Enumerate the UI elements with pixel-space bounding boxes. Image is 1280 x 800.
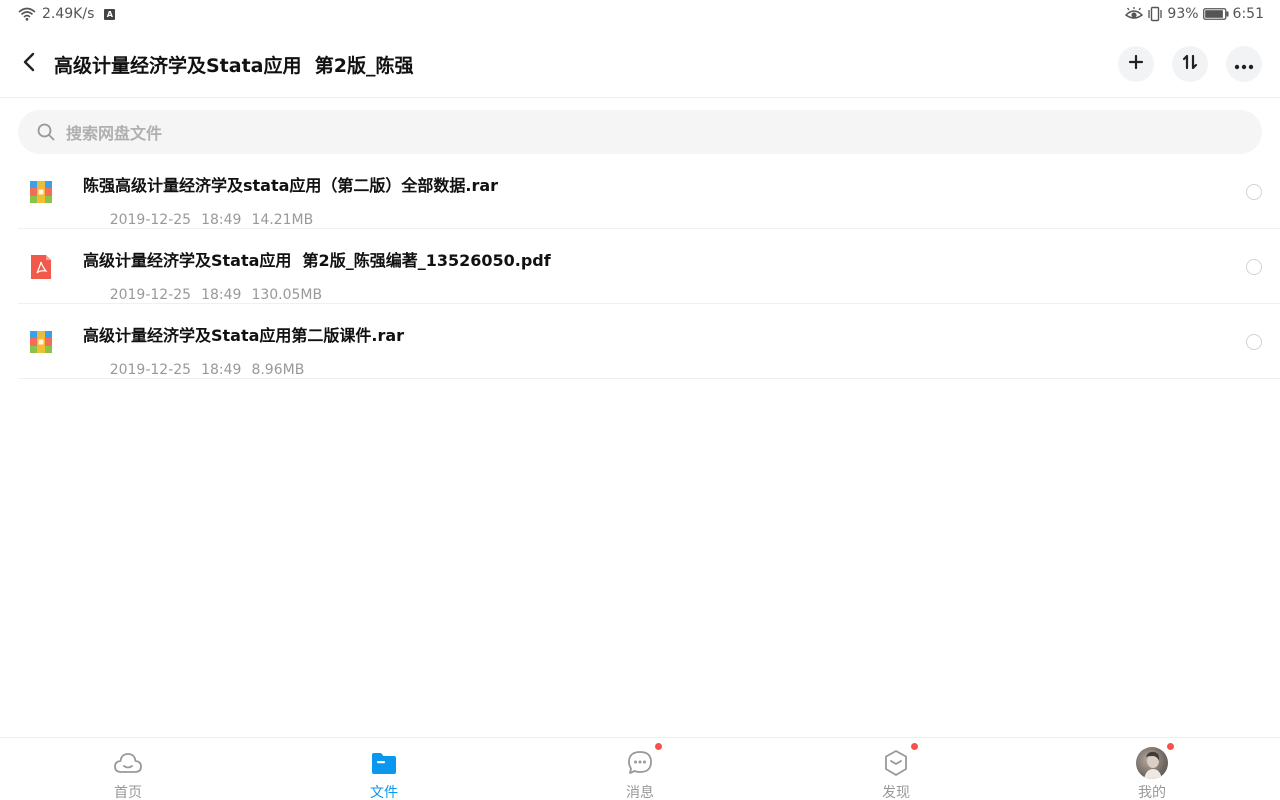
chevron-left-icon bbox=[22, 52, 38, 76]
nav-label: 首页 bbox=[114, 785, 142, 800]
battery-icon bbox=[1202, 8, 1229, 20]
nav-discover[interactable]: 发现 bbox=[768, 738, 1024, 800]
nav-profile[interactable]: 我的 bbox=[1024, 738, 1280, 800]
file-time: 18:49 bbox=[201, 212, 242, 228]
a-badge-icon: A bbox=[104, 8, 116, 20]
file-date: 2019-12-25 bbox=[109, 212, 192, 228]
network-speed: 2.49K/s bbox=[42, 6, 95, 22]
battery-percent: 93% bbox=[1167, 6, 1199, 22]
file-size: 8.96MB bbox=[251, 362, 305, 378]
pdf-file-icon bbox=[28, 254, 54, 280]
nav-label: 我的 bbox=[1138, 785, 1166, 800]
file-date: 2019-12-25 bbox=[109, 362, 192, 378]
select-checkbox[interactable] bbox=[1246, 259, 1262, 275]
file-name: 高级计量经济学及Stata应用第二版课件.rar bbox=[83, 326, 405, 345]
vibrate-icon bbox=[1147, 6, 1163, 22]
discover-icon bbox=[880, 748, 912, 778]
file-meta: 2019-12-25 18:49 8.96MB bbox=[83, 346, 314, 394]
file-row[interactable]: 陈强高级计量经济学及stata应用（第二版）全部数据.rar 2019-12-2… bbox=[18, 154, 1280, 229]
cloud-icon bbox=[112, 748, 144, 778]
page-title: 高级计量经济学及Stata应用 第2版_陈强 bbox=[54, 55, 414, 77]
more-icon bbox=[1234, 55, 1254, 74]
file-size: 14.21MB bbox=[251, 212, 314, 228]
file-row[interactable]: 高级计量经济学及Stata应用第二版课件.rar 2019-12-25 18:49… bbox=[18, 304, 1280, 379]
file-row[interactable]: 高级计量经济学及Stata应用 第2版_陈强编著_13526050.pdf 20… bbox=[18, 229, 1280, 304]
folder-icon bbox=[368, 748, 400, 778]
select-checkbox[interactable] bbox=[1246, 184, 1262, 200]
nav-label: 消息 bbox=[626, 785, 654, 800]
back-button[interactable] bbox=[16, 50, 44, 78]
nav-label: 发现 bbox=[882, 785, 910, 800]
file-name: 高级计量经济学及Stata应用 第2版_陈强编著_13526050.pdf bbox=[83, 251, 551, 270]
plus-icon bbox=[1128, 54, 1144, 74]
file-time: 18:49 bbox=[201, 287, 242, 303]
file-name: 陈强高级计量经济学及stata应用（第二版）全部数据.rar bbox=[83, 176, 499, 195]
archive-file-icon bbox=[28, 179, 54, 205]
eye-icon bbox=[1125, 7, 1144, 21]
clock-time: 6:51 bbox=[1232, 6, 1264, 22]
search-input[interactable]: 搜索网盘文件 bbox=[18, 110, 1262, 154]
status-left: 2.49K/s A bbox=[18, 6, 116, 22]
nav-label: 文件 bbox=[370, 785, 398, 800]
archive-file-icon bbox=[28, 329, 54, 355]
message-icon bbox=[624, 748, 656, 778]
message-badge bbox=[655, 743, 662, 750]
profile-badge bbox=[1167, 743, 1174, 750]
status-bar: 2.49K/s A 93% 6:51 bbox=[0, 0, 1280, 30]
search-placeholder: 搜索网盘文件 bbox=[66, 124, 163, 143]
wifi-icon bbox=[18, 7, 36, 21]
discover-badge bbox=[911, 743, 918, 750]
nav-home[interactable]: 首页 bbox=[0, 738, 256, 800]
bottom-nav: 首页 文件 消息 发现 我的 bbox=[0, 737, 1280, 800]
sort-icon bbox=[1181, 53, 1199, 75]
add-button[interactable] bbox=[1118, 46, 1154, 82]
title-bar: 高级计量经济学及Stata应用 第2版_陈强 bbox=[0, 30, 1280, 98]
more-button[interactable] bbox=[1226, 46, 1262, 82]
file-date: 2019-12-25 bbox=[109, 287, 192, 303]
search-icon bbox=[36, 122, 56, 142]
avatar-icon bbox=[1136, 747, 1168, 779]
file-size: 130.05MB bbox=[251, 287, 323, 303]
file-time: 18:49 bbox=[201, 362, 242, 378]
avatar bbox=[1136, 747, 1168, 779]
nav-messages[interactable]: 消息 bbox=[512, 738, 768, 800]
select-checkbox[interactable] bbox=[1246, 334, 1262, 350]
nav-files[interactable]: 文件 bbox=[256, 738, 512, 800]
sort-button[interactable] bbox=[1172, 46, 1208, 82]
file-list: 陈强高级计量经济学及stata应用（第二版）全部数据.rar 2019-12-2… bbox=[0, 154, 1280, 379]
status-right: 93% 6:51 bbox=[1125, 6, 1264, 22]
